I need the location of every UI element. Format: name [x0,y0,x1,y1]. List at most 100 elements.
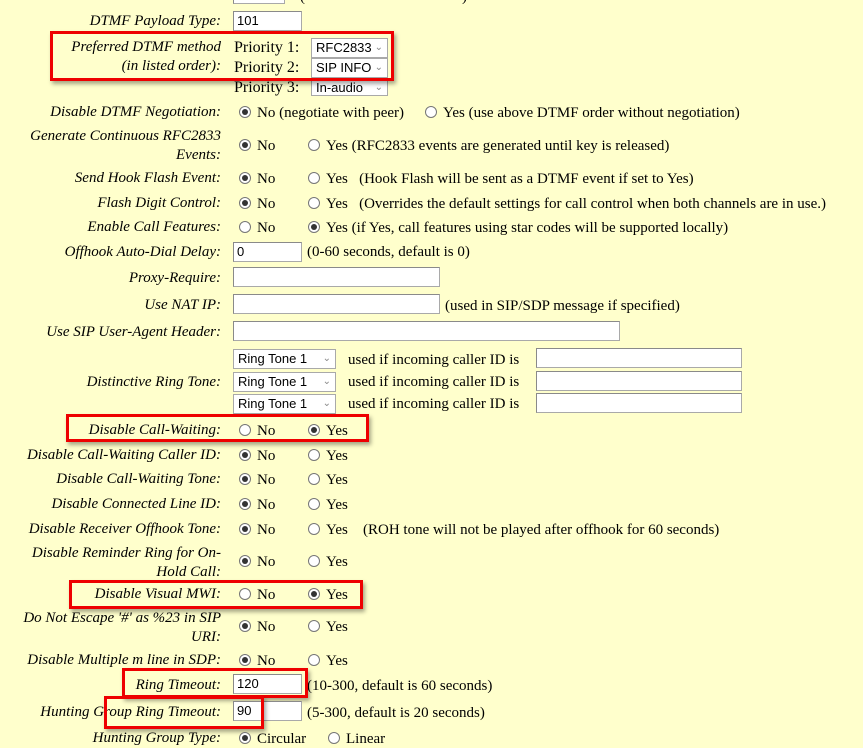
priority-2-value: SIP INFO [316,60,372,75]
offhook-delay-input[interactable]: 0 [233,242,302,262]
radio-selected[interactable] [239,449,251,461]
preferred-dtmf-label-2: (in listed order): [121,58,221,74]
hunt-type-linear[interactable]: Linear [328,730,385,748]
reminder-ring-no[interactable]: No [239,553,275,571]
chevron-down-icon: ⌄ [374,42,383,53]
priority-3-select[interactable]: In-audio ⌄ [311,78,388,96]
radio-unselected[interactable] [308,172,320,184]
radio-unselected[interactable] [328,732,340,744]
radio-unselected[interactable] [425,106,437,118]
option-label: No [257,220,276,236]
disable-roh-no[interactable]: No [239,521,275,539]
flash-digit-yes[interactable]: Yes (Overrides the default settings for … [308,195,826,213]
ring-tone-select-3[interactable]: Ring Tone 1 ⌄ [233,394,336,414]
user-agent-input[interactable] [233,321,620,341]
ring-tone-select-2[interactable]: Ring Tone 1 ⌄ [233,372,336,392]
radio-selected[interactable] [239,106,251,118]
distinctive-ring-label: Distinctive Ring Tone: [86,374,221,390]
chevron-down-icon: ⌄ [322,376,331,387]
ring-timeout-input[interactable]: 120 [233,674,302,694]
radio-unselected[interactable] [308,197,320,209]
top-partial-input[interactable] [233,0,285,4]
priority-1-select[interactable]: RFC2833 ⌄ [311,38,388,58]
multiple-m-no[interactable]: No [239,652,275,670]
ring-tone-value: Ring Tone 1 [238,396,308,411]
top-partial-note-end: ) [462,0,467,6]
radio-unselected[interactable] [308,449,320,461]
radio-unselected[interactable] [308,473,320,485]
radio-selected[interactable] [239,620,251,632]
radio-selected[interactable] [239,172,251,184]
radio-unselected[interactable] [308,555,320,567]
radio-selected[interactable] [308,221,320,233]
disable-dtmf-negotiation-yes[interactable]: Yes (use above DTMF order without negoti… [425,104,740,122]
hook-flash-no[interactable]: No [239,170,275,188]
top-partial-note: ( [300,0,305,6]
preferred-dtmf-label-1: Preferred DTMF method [71,39,221,55]
radio-unselected[interactable] [308,139,320,151]
call-features-yes[interactable]: Yes (if Yes, call features using star co… [308,219,728,237]
nat-ip-input[interactable] [233,294,440,314]
visual-mwi-no[interactable]: No [239,586,275,604]
escape-hash-yes[interactable]: Yes [308,618,348,636]
radio-selected[interactable] [239,473,251,485]
option-label: Yes (Hook Flash will be sent as a DTMF e… [326,171,694,187]
radio-unselected[interactable] [308,523,320,535]
priority-3-label: Priority 3: [234,79,300,96]
radio-selected[interactable] [239,654,251,666]
radio-unselected[interactable] [308,620,320,632]
chevron-down-icon: ⌄ [374,62,383,73]
option-label: Yes (RFC2833 events are generated until … [326,138,670,154]
visual-mwi-yes[interactable]: Yes [308,586,348,604]
caller-id-input-3[interactable] [536,393,742,413]
radio-selected[interactable] [239,732,251,744]
disable-cw-yes[interactable]: Yes [308,422,348,440]
offhook-delay-hint: (0-60 seconds, default is 0) [307,244,470,260]
disable-cw-cid-no[interactable]: No [239,447,275,465]
flash-digit-no[interactable]: No [239,195,275,213]
hunt-type-circular[interactable]: Circular [239,730,306,748]
radio-unselected[interactable] [239,221,251,233]
radio-unselected[interactable] [308,498,320,510]
radio-selected[interactable] [239,139,251,151]
hunt-ring-timeout-input[interactable]: 90 [233,701,302,721]
radio-selected[interactable] [239,555,251,567]
option-label: Yes [326,522,348,538]
ring-tone-select-1[interactable]: Ring Tone 1 ⌄ [233,349,336,369]
proxy-require-input[interactable] [233,267,440,287]
disable-dtmf-negotiation-no[interactable]: No (negotiate with peer) [239,104,404,122]
radio-unselected[interactable] [239,588,251,600]
continuous-rfc2833-label-2: Events: [176,147,221,163]
disable-cw-tone-yes[interactable]: Yes [308,471,348,489]
priority-2-select[interactable]: SIP INFO ⌄ [311,58,388,78]
option-label: Linear [346,731,386,747]
continuous-rfc2833-yes[interactable]: Yes (RFC2833 events are generated until … [308,137,669,155]
chevron-down-icon: ⌄ [374,82,383,93]
disable-cw-label: Disable Call-Waiting: [88,422,221,438]
radio-selected[interactable] [239,197,251,209]
radio-selected[interactable] [308,588,320,600]
disable-cw-tone-no[interactable]: No [239,471,275,489]
call-features-no[interactable]: No [239,219,275,237]
disable-cli-no[interactable]: No [239,496,275,514]
reminder-ring-yes[interactable]: Yes [308,553,348,571]
option-label: Yes (use above DTMF order without negoti… [443,105,740,121]
hook-flash-yes[interactable]: Yes (Hook Flash will be sent as a DTMF e… [308,170,694,188]
caller-id-input-2[interactable] [536,371,742,391]
escape-hash-no[interactable]: No [239,618,275,636]
disable-cw-cid-yes[interactable]: Yes [308,447,348,465]
disable-roh-yes[interactable]: Yes [308,521,348,539]
dtmf-payload-input[interactable]: 101 [233,11,302,31]
ring-timeout-label: Ring Timeout: [135,677,221,693]
radio-selected[interactable] [308,424,320,436]
disable-cli-yes[interactable]: Yes [308,496,348,514]
option-label: No (negotiate with peer) [257,105,405,121]
radio-selected[interactable] [239,523,251,535]
radio-selected[interactable] [239,498,251,510]
disable-cw-no[interactable]: No [239,422,275,440]
radio-unselected[interactable] [308,654,320,666]
radio-unselected[interactable] [239,424,251,436]
caller-id-input-1[interactable] [536,348,742,368]
continuous-rfc2833-no[interactable]: No [239,137,275,155]
multiple-m-yes[interactable]: Yes [308,652,348,670]
